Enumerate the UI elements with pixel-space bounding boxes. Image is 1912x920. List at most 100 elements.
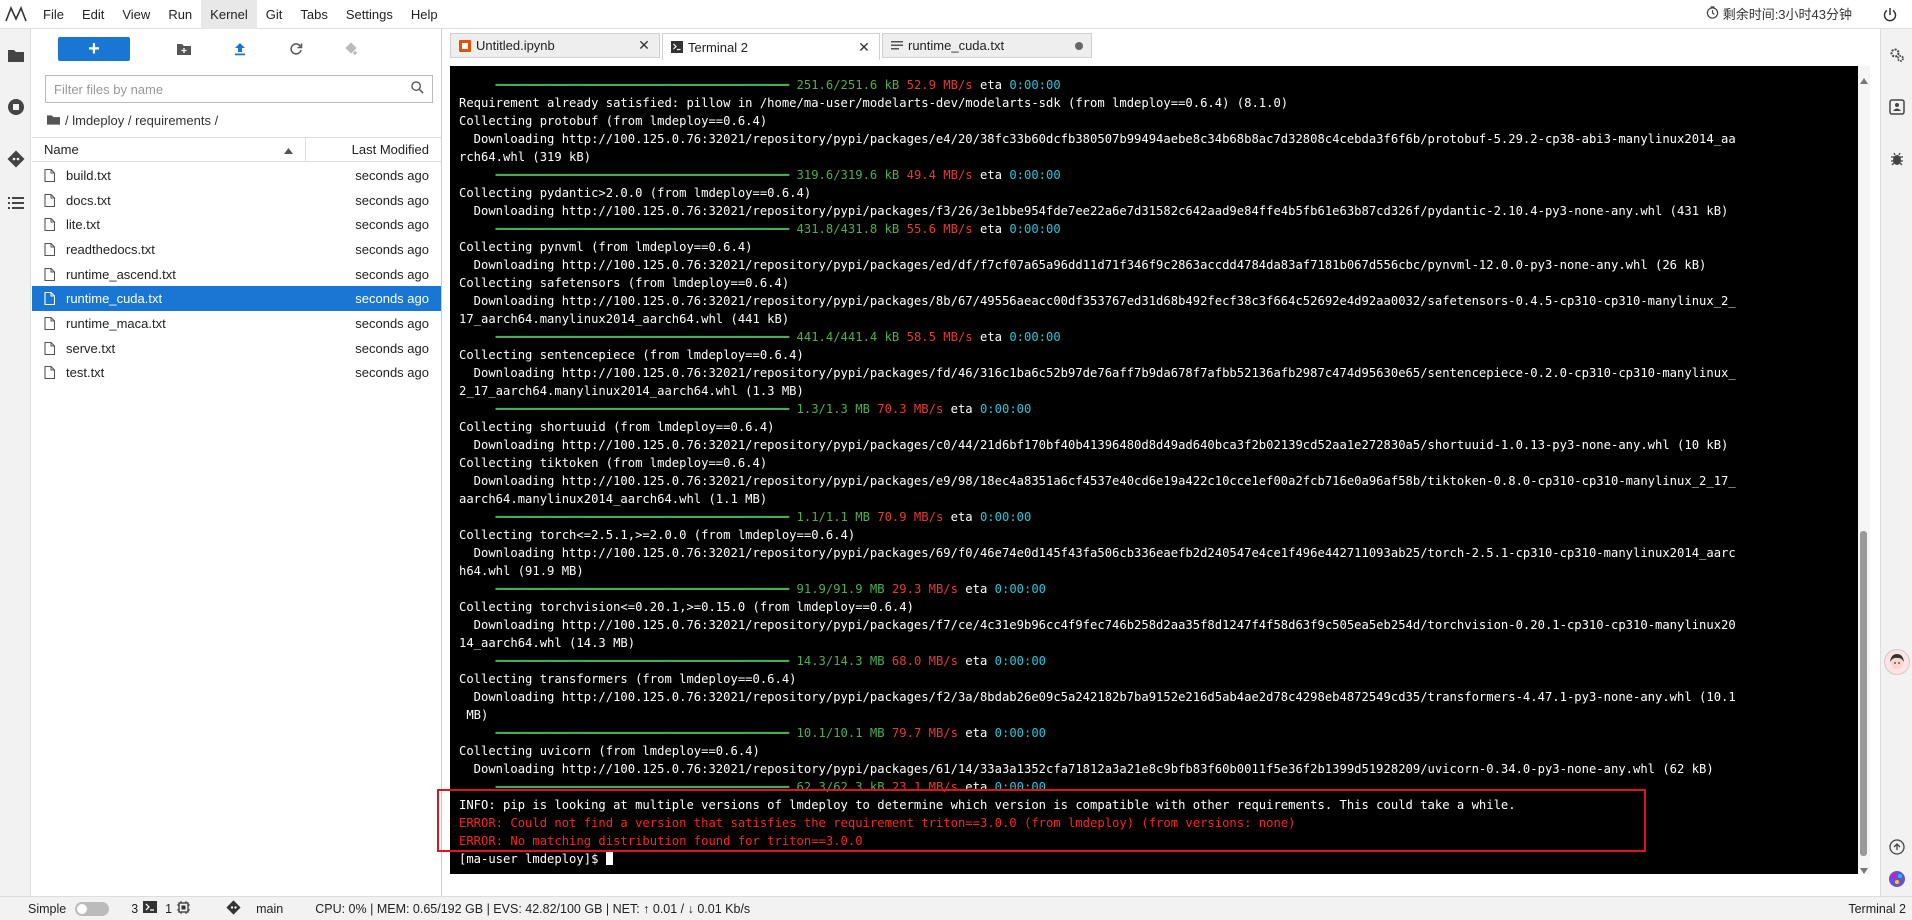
terminal-count-value: 1: [165, 901, 173, 916]
color-palette-icon[interactable]: [1887, 869, 1907, 892]
menu-edit[interactable]: Edit: [73, 0, 113, 29]
terminal-line: Collecting transformers (from lmdeploy==…: [459, 670, 1849, 688]
menu-help[interactable]: Help: [402, 0, 447, 29]
terminal-panel[interactable]: ━━━━━━━━━━━━━━━━━━━━━━━━━━━━━━━━━━━━━━━━…: [450, 66, 1858, 874]
table-of-contents-icon[interactable]: [0, 185, 31, 221]
file-row[interactable]: test.txt seconds ago: [32, 361, 441, 386]
terminal-text: Downloading http://100.125.0.76:32021/re…: [459, 294, 1736, 308]
text-file-icon: [44, 316, 66, 330]
simple-mode-toggle-group: Simple: [28, 901, 110, 916]
new-launcher-button[interactable]: +: [58, 37, 130, 61]
kernel-chip-icon: [177, 900, 191, 917]
simple-mode-toggle[interactable]: [75, 901, 110, 916]
debugger-bug-icon[interactable]: [1881, 133, 1912, 185]
git-branch[interactable]: main: [226, 899, 284, 918]
active-document-label: Terminal 2: [1848, 902, 1906, 916]
file-modified: seconds ago: [355, 217, 429, 233]
terminal-text: MB): [459, 708, 489, 722]
kernel-count[interactable]: 3: [131, 901, 158, 916]
property-inspector-icon[interactable]: [1881, 81, 1912, 133]
settings-gears-icon[interactable]: [1881, 29, 1912, 81]
breadcrumb: / lmdeploy / requirements /: [32, 103, 441, 137]
git-icon[interactable]: [0, 133, 31, 185]
close-icon[interactable]: ✕: [637, 37, 651, 54]
expand-icon[interactable]: [1889, 839, 1905, 858]
file-row[interactable]: runtime_cuda.txt seconds ago: [32, 286, 441, 312]
terminal-line: ━━━━━━━━━━━━━━━━━━━━━━━━━━━━━━━━━━━━━━━━…: [459, 328, 1849, 346]
terminal-text: Collecting torchvision<=0.20.1,>=0.15.0 …: [459, 600, 914, 614]
scroll-thumb[interactable]: [1860, 531, 1867, 856]
terminal-text: 0:00:00: [994, 780, 1047, 794]
git-branch-name: main: [256, 901, 284, 916]
file-row[interactable]: build.txt seconds ago: [32, 163, 441, 188]
terminal-text: 1.1/1.1 MB: [796, 510, 870, 524]
git-clone-icon[interactable]: [324, 37, 380, 61]
tab-label: runtime_cuda.txt: [908, 38, 1005, 53]
power-icon[interactable]: [1878, 0, 1902, 29]
file-row[interactable]: docs.txt seconds ago: [32, 188, 441, 213]
file-modified: seconds ago: [355, 167, 429, 183]
terminal-output: ━━━━━━━━━━━━━━━━━━━━━━━━━━━━━━━━━━━━━━━━…: [459, 76, 1849, 868]
terminal-text: Downloading http://100.125.0.76:32021/re…: [459, 474, 1736, 488]
upload-icon[interactable]: [212, 37, 268, 61]
text-file-icon: [44, 242, 66, 256]
refresh-icon[interactable]: [268, 37, 324, 61]
file-row[interactable]: readthedocs.txt seconds ago: [32, 237, 441, 262]
timer-icon: [1706, 0, 1719, 29]
terminal-text: eta: [972, 222, 1010, 236]
terminal-line: h64.whl (91.9 MB): [459, 562, 1849, 580]
terminal-text: [ma-user lmdeploy]$: [459, 852, 606, 866]
folder-icon[interactable]: [47, 113, 60, 128]
name-column-header[interactable]: Name: [32, 138, 306, 161]
terminal-count[interactable]: 1: [165, 900, 191, 917]
menu-kernel[interactable]: Kernel: [201, 0, 257, 29]
menu-run[interactable]: Run: [159, 0, 201, 29]
terminal-text: Collecting shortuuid (from lmdeploy==0.6…: [459, 420, 775, 434]
unsaved-indicator-icon[interactable]: [1075, 41, 1083, 50]
terminal-text: Collecting tiktoken (from lmdeploy==0.6.…: [459, 456, 768, 470]
menu-git[interactable]: Git: [257, 0, 292, 29]
file-name: build.txt: [66, 167, 111, 183]
terminal-text: 70.9 MB/s: [869, 510, 944, 524]
scroll-down-arrow-icon[interactable]: [1860, 862, 1868, 877]
menu-view[interactable]: View: [113, 0, 159, 29]
file-row[interactable]: runtime_maca.txt seconds ago: [32, 311, 441, 336]
file-modified: seconds ago: [355, 266, 429, 282]
terminal-text: Downloading http://100.125.0.76:32021/re…: [459, 258, 1707, 272]
filter-files-input[interactable]: [54, 81, 411, 97]
menu-tabs[interactable]: Tabs: [291, 0, 336, 29]
tab-terminal-2[interactable]: Terminal 2 ✕: [662, 33, 880, 60]
left-activity-bar: [0, 29, 31, 896]
terminal-text: 0:00:00: [1009, 222, 1061, 236]
terminal-text: Collecting pynvml (from lmdeploy==0.6.4): [459, 240, 753, 254]
scroll-up-arrow-icon[interactable]: [1860, 72, 1868, 87]
folder-icon[interactable]: [0, 29, 31, 81]
active-document-name: Terminal 2: [1848, 901, 1906, 916]
text-file-icon: [891, 40, 903, 52]
close-icon[interactable]: ✕: [857, 39, 871, 56]
file-modified: seconds ago: [355, 365, 429, 381]
file-row[interactable]: serve.txt seconds ago: [32, 336, 441, 361]
file-row[interactable]: lite.txt seconds ago: [32, 212, 441, 237]
terminal-line: Collecting pynvml (from lmdeploy==0.6.4): [459, 238, 1849, 256]
tab-untitled-ipynb[interactable]: Untitled.ipynb ✕: [450, 33, 660, 58]
text-file-icon: [44, 366, 66, 380]
running-sessions-icon[interactable]: [0, 81, 31, 133]
terminal-text: eta: [957, 780, 995, 794]
terminal-line: Downloading http://100.125.0.76:32021/re…: [459, 616, 1849, 634]
tab-runtime-cuda-txt[interactable]: runtime_cuda.txt: [882, 33, 1092, 58]
breadcrumb-path[interactable]: / lmdeploy / requirements /: [65, 113, 218, 128]
new-folder-icon[interactable]: [156, 37, 212, 61]
terminal-text: 441.4/441.4 kB: [796, 330, 900, 344]
terminal-scrollbar[interactable]: [1858, 66, 1870, 874]
last-modified-column-header[interactable]: Last Modified: [306, 142, 441, 157]
file-row[interactable]: runtime_ascend.txt seconds ago: [32, 262, 441, 287]
file-name: readthedocs.txt: [66, 241, 155, 257]
menu-file[interactable]: File: [34, 0, 73, 29]
text-file-icon: [44, 267, 66, 281]
terminal-line: ━━━━━━━━━━━━━━━━━━━━━━━━━━━━━━━━━━━━━━━━…: [459, 220, 1849, 238]
menu-items: File Edit View Run Kernel Git Tabs Settings Help: [34, 0, 447, 29]
terminal-text: 0:00:00: [1009, 78, 1061, 92]
menu-settings[interactable]: Settings: [337, 0, 402, 29]
assistant-avatar-icon[interactable]: [1884, 649, 1910, 675]
